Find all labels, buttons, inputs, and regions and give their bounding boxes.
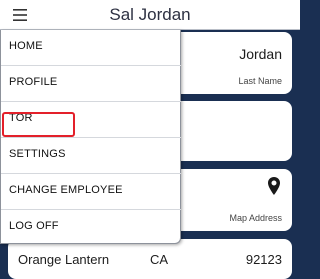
city-text: Orange Lantern [18, 252, 110, 267]
menu-item-home[interactable]: HOME [1, 30, 181, 66]
menu-item-tor[interactable]: TOR [1, 102, 181, 138]
menu-item-label: TOR [9, 112, 33, 124]
menu-item-label: HOME [9, 40, 43, 52]
state-text: CA [150, 252, 169, 267]
map-address-caption: Map Address [229, 213, 282, 223]
last-name-caption: Last Name [238, 76, 282, 86]
location-pin-icon[interactable] [267, 177, 281, 195]
header-title: Sal Jordan [109, 5, 191, 24]
menu-item-label: CHANGE EMPLOYEE [9, 184, 123, 196]
menu-item-label: LOG OFF [9, 220, 59, 232]
menu-item-change-employee[interactable]: CHANGE EMPLOYEE [1, 174, 181, 210]
menu-item-profile[interactable]: PROFILE [1, 66, 181, 102]
menu-item-label: PROFILE [9, 76, 58, 88]
menu-item-label: SETTINGS [9, 148, 66, 160]
zip-text: 92123 [245, 252, 282, 267]
nav-drawer: HOME PROFILE TOR SETTINGS CHANGE EMPLOYE… [0, 30, 181, 244]
app-header: Sal Jordan [0, 0, 300, 30]
menu-item-log-off[interactable]: LOG OFF [1, 210, 181, 246]
menu-item-settings[interactable]: SETTINGS [1, 138, 181, 174]
last-name-value: Jordan [239, 46, 282, 62]
